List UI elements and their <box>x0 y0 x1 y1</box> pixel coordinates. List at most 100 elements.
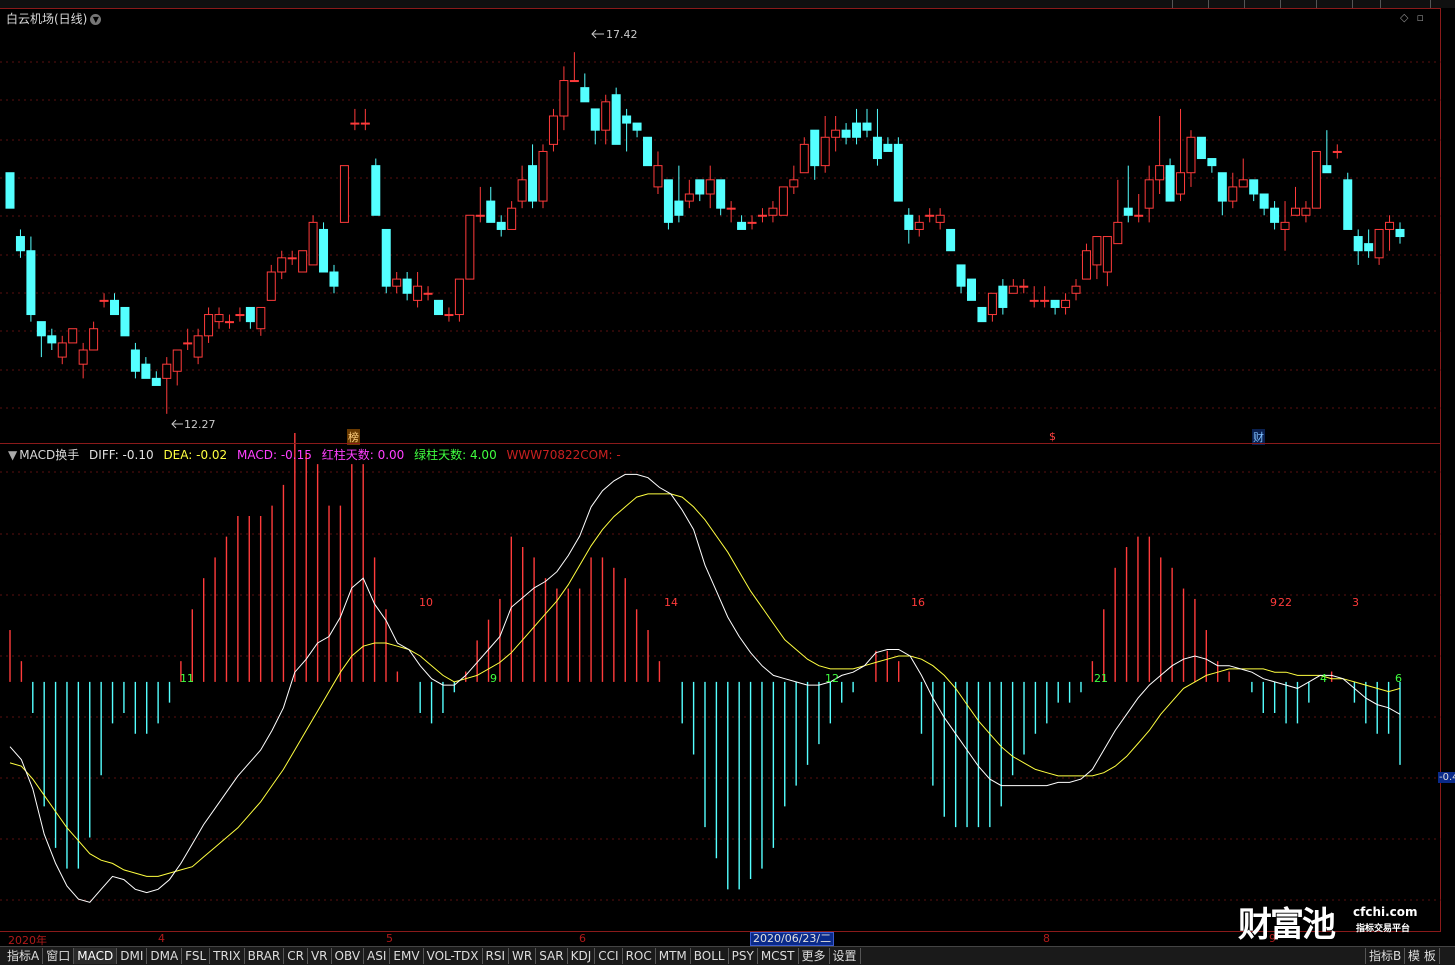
price-grid <box>0 61 1441 409</box>
candle-body <box>402 278 412 294</box>
candle-body <box>601 101 611 131</box>
tab-rsi-14[interactable]: RSI <box>483 948 510 964</box>
candle-body <box>1134 214 1144 217</box>
candle-body <box>475 214 485 217</box>
candle-body <box>1081 250 1091 280</box>
tab-mtm-20[interactable]: MTM <box>656 948 691 964</box>
candle-body <box>925 214 935 217</box>
right-axis-strip <box>1441 8 1455 964</box>
candle-body <box>946 228 956 252</box>
tab-emv-12[interactable]: EMV <box>390 948 424 964</box>
candle-body <box>360 122 370 125</box>
candle-body <box>68 328 78 344</box>
bar-count-label: 9 <box>490 672 497 685</box>
tab-cci-18[interactable]: CCI <box>595 948 623 964</box>
tab-macd-2[interactable]: MACD <box>74 948 118 964</box>
tab--1[interactable]: 窗口 <box>43 948 75 964</box>
candle-body <box>1385 221 1395 230</box>
candle-body <box>308 221 318 266</box>
candle-body <box>277 257 287 273</box>
candle-body <box>580 87 590 103</box>
candle-body <box>998 285 1008 308</box>
tab-fsl-5[interactable]: FSL <box>182 948 211 964</box>
tab-template[interactable]: 模 板 <box>1405 948 1440 964</box>
tab-dma-4[interactable]: DMA <box>147 948 183 964</box>
tab-asi-11[interactable]: ASI <box>364 948 391 964</box>
tab-vr-9[interactable]: VR <box>308 948 332 964</box>
tab-sar-16[interactable]: SAR <box>536 948 568 964</box>
tab--24[interactable]: 更多 <box>799 948 830 964</box>
candle-body <box>799 143 809 174</box>
rong-marker[interactable]: $ <box>1049 430 1056 443</box>
tab-brar-7[interactable]: BRAR <box>245 948 285 964</box>
tab-psy-22[interactable]: PSY <box>729 948 758 964</box>
candle-body <box>1029 299 1039 302</box>
candle-body <box>590 108 600 131</box>
candle-body <box>444 314 454 317</box>
tab-indicator-b[interactable]: 指标B <box>1365 948 1406 964</box>
date-axis: 2020年 4 5 6 2020/06/23/二 8 9 <box>0 932 1441 947</box>
candle-body <box>496 221 506 230</box>
candle-body <box>883 143 893 152</box>
tab-kdj-17[interactable]: KDJ <box>568 948 596 964</box>
candle-body <box>433 299 443 316</box>
candle-body <box>1071 285 1081 294</box>
logo-tagline: 指标交易平台 <box>1356 924 1411 934</box>
candle-body <box>339 165 349 223</box>
candlestick-series <box>5 52 1405 414</box>
candle-body <box>705 179 715 195</box>
candle-body <box>1102 236 1112 273</box>
candle-body <box>1270 207 1280 223</box>
chevron-down-icon[interactable]: ▼ <box>8 448 17 462</box>
chart-canvas[interactable]: 1110914121621229 34 6 17.42 12.27 <box>0 0 1441 930</box>
tab-obv-10[interactable]: OBV <box>332 948 365 964</box>
candle-body <box>1249 179 1259 195</box>
candle-body <box>548 115 558 145</box>
bar-count-label: 12 <box>825 672 839 685</box>
tab-boll-21[interactable]: BOLL <box>691 948 729 964</box>
candle-body <box>1217 172 1227 202</box>
candle-body <box>214 314 224 323</box>
candle-body <box>716 179 726 209</box>
candle-body <box>737 221 747 230</box>
candle-body <box>235 314 245 317</box>
candle-body <box>726 207 736 210</box>
candle-body <box>1311 150 1321 209</box>
candle-body <box>622 115 632 124</box>
candle-body <box>47 335 57 344</box>
red-days-value: 红柱天数: 0.00 <box>321 448 405 462</box>
tab-a-0[interactable]: 指标A <box>4 948 44 964</box>
candle-body <box>935 214 945 223</box>
candle-body <box>820 136 830 167</box>
tab-trix-6[interactable]: TRIX <box>210 948 245 964</box>
candle-body <box>872 136 882 160</box>
price-max-annotation: 17.42 <box>591 28 638 41</box>
candle-body <box>162 363 172 379</box>
candle-body <box>841 129 851 138</box>
tab-wr-15[interactable]: WR <box>509 948 537 964</box>
candle-body <box>1353 236 1363 252</box>
candle-body <box>967 278 977 301</box>
tab-cr-8[interactable]: CR <box>284 948 308 964</box>
bar-count-label: 11 <box>180 672 194 685</box>
candle-body <box>862 122 872 131</box>
bar-count-label: 6 <box>1395 672 1402 685</box>
candle-body <box>695 179 705 195</box>
tab-roc-19[interactable]: ROC <box>623 948 656 964</box>
macd-name[interactable]: MACD换手 <box>19 448 79 462</box>
candle-body <box>204 314 214 337</box>
candle-body <box>15 236 25 252</box>
candle-body <box>789 179 799 188</box>
macd-grid <box>0 471 1441 901</box>
tab-mcst-23[interactable]: MCST <box>758 948 799 964</box>
candle-body <box>78 349 88 365</box>
candle-body <box>1395 228 1405 238</box>
candle-body <box>611 94 621 145</box>
tab-voltdx-13[interactable]: VOL-TDX <box>424 948 483 964</box>
candle-body <box>5 172 15 209</box>
candle-body <box>381 228 391 287</box>
tab--25[interactable]: 设置 <box>830 948 861 964</box>
tab-dmi-3[interactable]: DMI <box>117 948 148 964</box>
date-m6: 6 <box>579 932 586 945</box>
candle-body <box>89 328 99 351</box>
